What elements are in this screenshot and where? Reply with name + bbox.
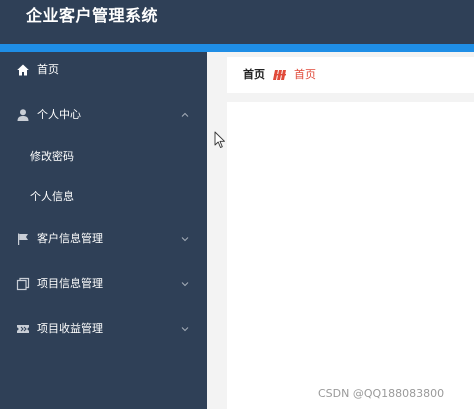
sidebar-item-label: 个人中心	[37, 108, 81, 121]
sidebar-subitem-personal-info[interactable]: 个人信息	[0, 180, 207, 214]
sidebar-item-label: 项目信息管理	[37, 277, 103, 290]
sidebar: 首页 个人中心 修改密码 个人信息 客户信息管理 项目信息管理 项目收益管理	[0, 52, 207, 409]
copy-icon	[16, 277, 30, 291]
tag-icon	[273, 70, 286, 80]
content-panel	[227, 102, 474, 409]
app-title: 企业客户管理系统	[26, 6, 159, 25]
header-accent-bar	[0, 44, 474, 52]
sidebar-item-label: 首页	[37, 63, 59, 76]
chevron-up-icon[interactable]	[180, 110, 190, 120]
sidebar-item-project-info[interactable]: 项目信息管理	[0, 266, 207, 302]
sidebar-item-home[interactable]: 首页	[0, 52, 207, 88]
home-icon	[17, 64, 29, 76]
app-header: 企业客户管理系统	[0, 0, 474, 44]
sidebar-item-label: 客户信息管理	[37, 232, 103, 245]
sidebar-item-label: 项目收益管理	[37, 322, 103, 335]
sidebar-subitem-label: 修改密码	[30, 150, 74, 163]
sidebar-subitem-label: 个人信息	[30, 190, 74, 203]
breadcrumb-home[interactable]: 首页	[243, 67, 265, 83]
sidebar-subitem-change-password[interactable]: 修改密码	[0, 140, 207, 174]
chevron-down-icon[interactable]	[180, 324, 190, 334]
main-content: 首页 首页	[207, 52, 474, 409]
sidebar-item-project-revenue[interactable]: 项目收益管理	[0, 311, 207, 347]
sidebar-item-personal-center[interactable]: 个人中心	[0, 97, 207, 133]
breadcrumb: 首页 首页	[227, 57, 474, 93]
watermark: CSDN @QQ188083800	[318, 387, 445, 400]
user-icon	[17, 109, 29, 121]
mouse-cursor-icon	[214, 131, 225, 148]
flag-icon	[18, 233, 28, 245]
breadcrumb-current: 首页	[294, 68, 316, 81]
chevron-down-icon[interactable]	[180, 234, 190, 244]
sidebar-item-customer-info[interactable]: 客户信息管理	[0, 221, 207, 257]
chevron-down-icon[interactable]	[180, 279, 190, 289]
ticket-icon	[17, 325, 29, 333]
